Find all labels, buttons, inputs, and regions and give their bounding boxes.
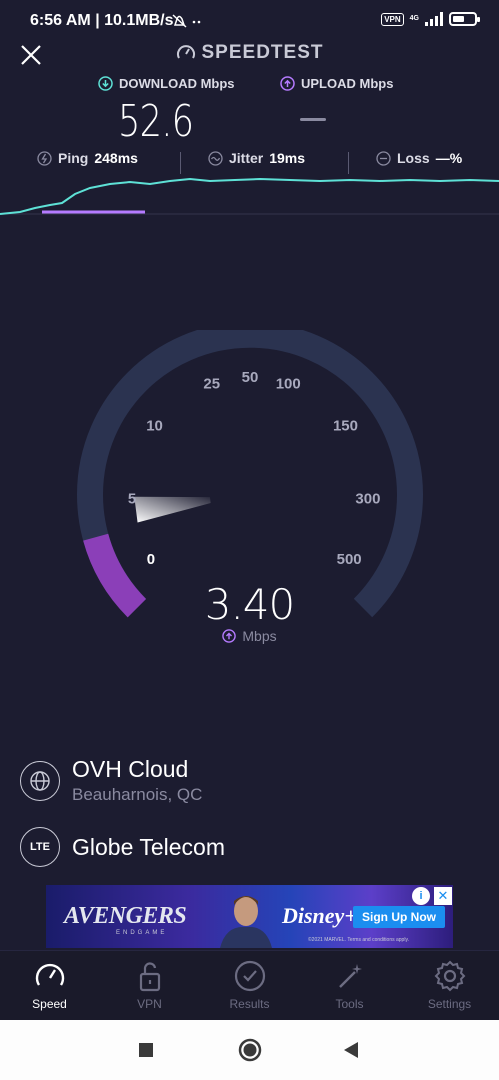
recents-button[interactable] [138,1042,154,1058]
throughput-graph [0,177,499,215]
tab-results[interactable]: Results [200,951,299,1021]
globe-icon [20,760,60,801]
tab-settings[interactable]: Settings [400,951,499,1021]
ad-title: AVENGERS [64,903,187,929]
speedometer-icon [35,963,64,986]
app-title-text: SPEEDTEST [201,42,324,63]
tab-vpn[interactable]: VPN [100,951,199,1021]
check-circle-icon [234,960,265,992]
gauge-tick-label: 150 [333,418,358,435]
gauge-tick-label: 5 [128,491,136,508]
server-location: Beauharnois, QC [72,785,203,804]
ping-icon [37,150,52,166]
upload-label: UPLOAD Mbps [280,76,393,91]
loss-metric: Loss —% [376,150,462,166]
jitter-metric: Jitter 19ms [208,150,305,166]
gear-icon [434,960,465,992]
separator [348,152,349,174]
ad-info-icon[interactable]: i [412,887,430,905]
lock-icon [139,962,160,992]
current-speed-value: 3.40 [204,580,296,629]
network-type: 4G [409,15,419,22]
ad-close-icon[interactable]: ✕ [434,887,452,905]
carrier-info: LTE Globe Telecom [20,827,225,867]
gauge-tick-label: 0 [147,551,155,568]
gauge-tick-label: 10 [146,418,163,435]
ad-banner[interactable]: AVENGERS ENDGAME Disney+ Sign Up Now ©20… [46,885,453,948]
separator [180,152,181,174]
ad-signup-button[interactable]: Sign Up Now [353,906,445,928]
app-title: SPEEDTEST [0,42,499,64]
ad-subtitle: ENDGAME [116,930,168,936]
notification-icons [172,14,201,28]
speedtest-logo-icon [176,45,195,59]
carrier-name: Globe Telecom [72,833,225,860]
gauge-tick-label: 500 [337,551,362,568]
system-nav-bar [0,1020,499,1080]
loss-icon [376,150,391,166]
status-icons: VPN 4G [381,12,480,26]
download-label: DOWNLOAD Mbps [98,76,235,91]
ad-figure-image [220,896,272,948]
gauge-tick-label: 300 [355,491,380,508]
battery-icon [449,12,480,26]
server-info[interactable]: OVH Cloud Beauharnois, QC [20,756,202,805]
gauge-ticks: 0 5 10 25 50 100 150 300 500 [128,369,381,568]
tab-speed[interactable]: Speed [0,951,99,1021]
gauge-tick-label: 50 [242,369,259,386]
upload-icon [222,629,237,643]
vpn-badge: VPN [381,12,404,26]
download-graph-line [0,177,499,215]
gauge-tick-label: 25 [203,375,220,392]
gauge-needle [134,496,211,523]
server-name: OVH Cloud [72,756,189,782]
upload-icon [280,76,295,91]
back-button[interactable] [343,1041,359,1059]
ad-legal: ©2021 MARVEL. Terms and conditions apply… [308,937,409,943]
ping-metric: Ping 248ms [37,150,138,166]
status-bar: 6:56 AM | 10.1MB/s VPN 4G [0,0,499,42]
home-button[interactable] [238,1038,262,1062]
gauge-tick-label: 100 [276,375,301,392]
bottom-tab-bar: Speed VPN Results Tools Settings [0,950,499,1021]
download-icon [98,76,113,91]
jitter-icon [208,150,223,166]
magic-wand-icon [338,964,362,988]
tab-tools[interactable]: Tools [300,951,399,1021]
ad-brand: Disney+ [282,903,357,928]
current-speed-unit: Mbps [0,628,499,644]
download-value: 52.6 [118,96,194,147]
lte-icon: LTE [20,827,60,867]
upload-value-placeholder [300,118,326,121]
signal-icon [425,12,443,26]
status-time: 6:56 AM | 10.1MB/s [30,12,174,29]
